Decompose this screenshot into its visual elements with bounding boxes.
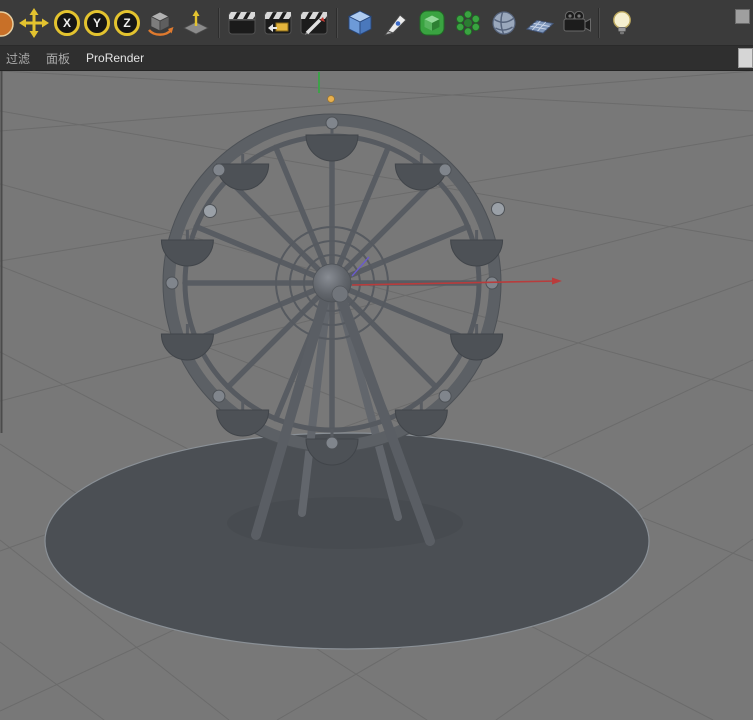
- sphere-object-icon[interactable]: [486, 5, 522, 41]
- menu-prorender[interactable]: ProRender: [86, 51, 144, 65]
- subdivision-surface-icon[interactable]: [414, 5, 450, 41]
- render-view-icon[interactable]: [224, 5, 260, 41]
- lock-z-axis-button[interactable]: Z: [114, 9, 140, 36]
- move-tool-icon[interactable]: [16, 5, 52, 41]
- toolbar-separator: [214, 6, 224, 40]
- cloner-icon[interactable]: [450, 5, 486, 41]
- viewport-menubar: 过滤 面板 ProRender: [0, 46, 753, 71]
- viewport-3d[interactable]: [0, 71, 753, 720]
- camera-icon[interactable]: [558, 5, 594, 41]
- viewport-canvas: [0, 71, 753, 720]
- main-toolbar: X Y Z: [0, 0, 753, 46]
- live-selection-tool-icon[interactable]: [0, 5, 16, 41]
- render-settings-icon[interactable]: [296, 5, 332, 41]
- coordinate-system-icon[interactable]: [142, 5, 178, 41]
- x-axis-arrow: [552, 277, 562, 285]
- workplane-icon[interactable]: [178, 5, 214, 41]
- top-vertex-handle[interactable]: [327, 95, 335, 103]
- floor-icon[interactable]: [522, 5, 558, 41]
- menu-panel[interactable]: 面板: [46, 50, 70, 67]
- axis-y-label: Y: [92, 15, 101, 30]
- lock-y-axis-button[interactable]: Y: [84, 9, 110, 36]
- menu-filter[interactable]: 过滤: [6, 50, 30, 67]
- axis-z-label: Z: [123, 15, 131, 30]
- axis-x-label: X: [62, 15, 71, 30]
- app-window: X Y Z 过滤 面板 ProRender: [0, 0, 753, 720]
- hub-cap: [331, 285, 349, 303]
- toolbar-separator: [332, 6, 342, 40]
- spline-pen-icon[interactable]: [378, 5, 414, 41]
- panel-handle[interactable]: [738, 48, 753, 68]
- add-cube-icon[interactable]: [342, 5, 378, 41]
- render-picture-viewer-icon[interactable]: [260, 5, 296, 41]
- light-icon[interactable]: [604, 5, 640, 41]
- toolbar-separator: [594, 6, 604, 40]
- toolbar-fold-handle[interactable]: [735, 9, 750, 24]
- lock-x-axis-button[interactable]: X: [54, 9, 80, 36]
